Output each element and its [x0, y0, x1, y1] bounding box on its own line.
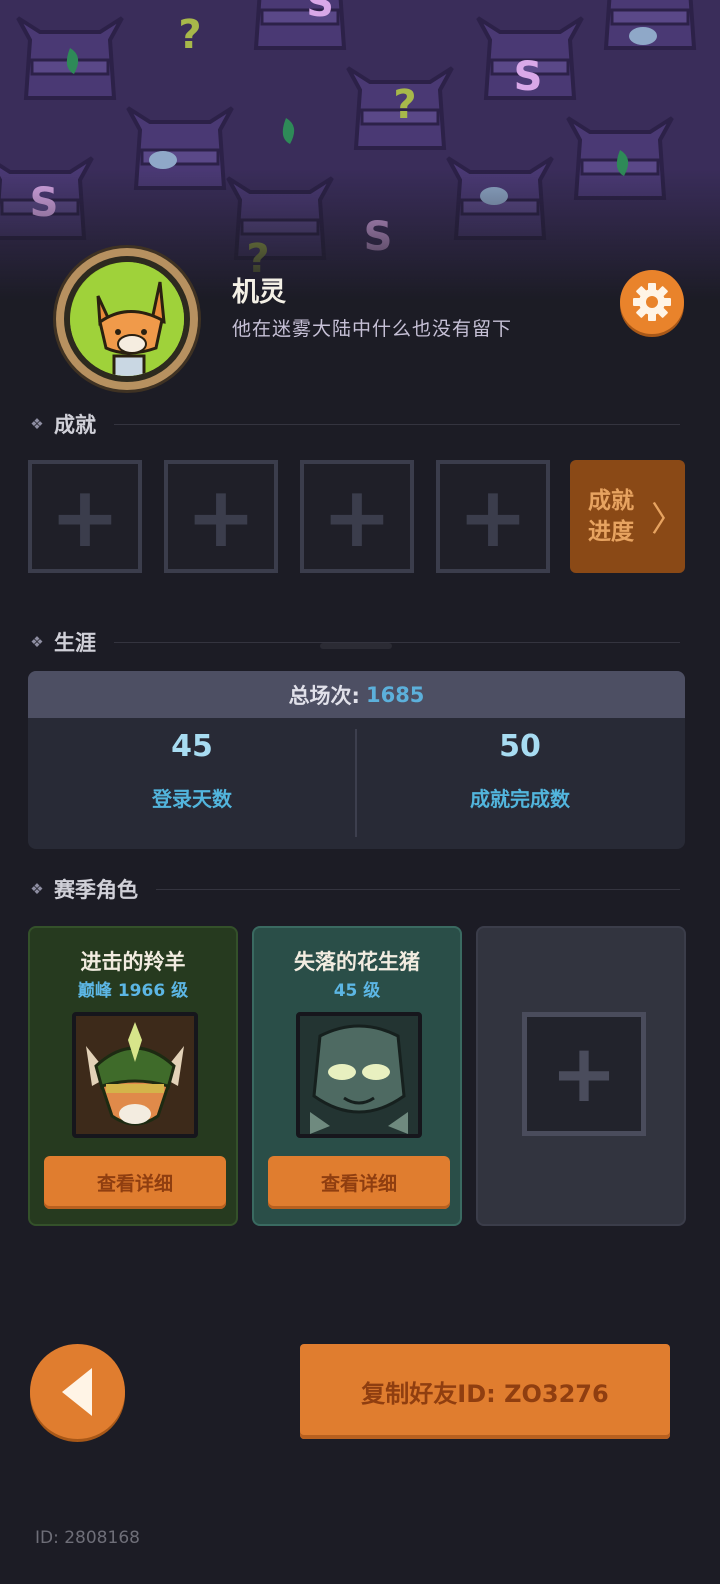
career-title: 生涯 — [54, 631, 96, 655]
stat-value: 45 — [171, 729, 213, 764]
drag-handle — [320, 643, 392, 649]
player-bio: 他在迷雾大陆中什么也没有留下 — [232, 318, 513, 340]
svg-text:S: S — [306, 0, 333, 25]
hero-portrait — [72, 1012, 198, 1138]
plus-icon: + — [321, 467, 393, 566]
career-total-header: 总场次: 1685 — [28, 671, 685, 718]
plus-icon: + — [49, 467, 121, 566]
season-heroes-section-header: ❖ 赛季角色 — [28, 874, 680, 904]
gear-icon — [633, 283, 671, 321]
achievement-progress-label: 成就 进度 — [588, 486, 647, 548]
section-divider — [156, 888, 680, 890]
achievement-slot-1[interactable]: + — [28, 460, 142, 573]
stat-value: 50 — [499, 729, 541, 764]
settings-button[interactable] — [620, 270, 684, 334]
total-matches-label: 总场次: — [288, 683, 360, 708]
hero-card-2: 失落的花生猪 45 级 查看详细 — [252, 926, 462, 1226]
svg-text:?: ? — [178, 12, 201, 58]
lost-pig-hero-icon — [300, 1016, 418, 1134]
progress-label-line2: 进度 — [588, 518, 634, 545]
diamond-icon: ❖ — [30, 415, 44, 433]
hero-rank: 巅峰 1966 级 — [77, 981, 189, 1001]
hero-name: 失落的花生猪 — [294, 950, 420, 974]
achievements-title: 成就 — [54, 413, 96, 437]
section-divider — [114, 423, 680, 425]
player-name: 机灵 — [232, 277, 286, 308]
hero-card-empty[interactable]: + — [476, 926, 686, 1226]
svg-text:?: ? — [393, 82, 416, 128]
hero-name: 进击的羚羊 — [80, 950, 186, 974]
avatar-image — [64, 256, 190, 382]
plus-icon: + — [550, 1027, 618, 1120]
hero-rank: 45 级 — [333, 981, 381, 1001]
career-stat-achievements-completed: 50 成就完成数 — [356, 729, 684, 812]
stat-label: 登录天数 — [152, 787, 232, 811]
hero-portrait — [296, 1012, 422, 1138]
achievements-section-header: ❖ 成就 — [28, 409, 680, 439]
section-divider — [114, 641, 680, 643]
achievement-progress-button[interactable]: 成就 进度 〉 — [570, 460, 685, 573]
total-matches-value: 1685 — [365, 682, 425, 707]
view-details-button[interactable]: 查看详细 — [268, 1156, 450, 1209]
copy-friend-id-button[interactable]: 复制好友ID: ZO3276 — [300, 1344, 670, 1439]
plus-icon: + — [185, 467, 257, 566]
back-arrow-icon — [61, 1367, 92, 1416]
profile-header: 机灵 他在迷雾大陆中什么也没有留下 — [0, 244, 720, 394]
achievement-slot-2[interactable]: + — [164, 460, 278, 573]
empty-hero-slot[interactable]: + — [522, 1012, 646, 1136]
career-card: 总场次: 1685 45 登录天数 50 成就完成数 — [28, 671, 685, 849]
hero-card-1: 进击的羚羊 巅峰 1966 级 查看详细 — [28, 926, 238, 1226]
progress-label-line1: 成就 — [588, 487, 634, 514]
career-section-header: ❖ 生涯 — [28, 627, 680, 657]
antelope-hero-icon — [76, 1016, 194, 1134]
diamond-icon: ❖ — [30, 633, 44, 651]
stat-label: 成就完成数 — [470, 787, 570, 811]
user-id-label: ID: 2808168 — [35, 1528, 140, 1548]
back-button[interactable] — [30, 1344, 125, 1439]
diamond-icon: ❖ — [30, 880, 44, 898]
season-heroes-title: 赛季角色 — [54, 878, 138, 902]
achievement-slot-3[interactable]: + — [300, 460, 414, 573]
career-stat-login-days: 45 登录天数 — [28, 729, 356, 812]
chevron-right-icon: 〉 — [651, 500, 685, 540]
achievement-slot-4[interactable]: + — [436, 460, 550, 573]
avatar[interactable] — [56, 248, 198, 390]
fox-icon — [70, 262, 184, 376]
view-details-button[interactable]: 查看详细 — [44, 1156, 226, 1209]
svg-text:S: S — [514, 54, 543, 100]
plus-icon: + — [457, 467, 529, 566]
